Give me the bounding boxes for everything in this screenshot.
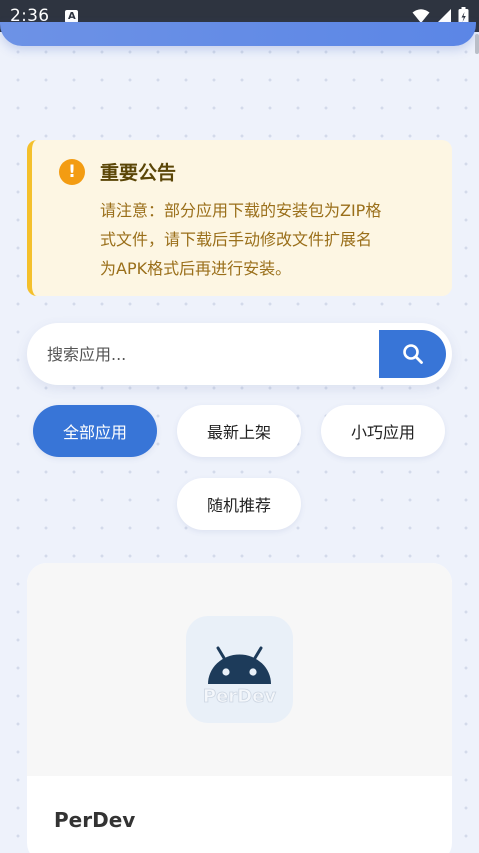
- search-input[interactable]: [47, 339, 367, 369]
- notice-line: 为APK格式后再进行安装。: [100, 259, 292, 278]
- filter-latest[interactable]: 最新上架: [177, 405, 301, 457]
- notice-text: 请注意：部分应用下载的安装包为ZIP格 式文件，请下载后手动修改文件扩展名 为A…: [100, 196, 432, 283]
- notification-a-icon: A: [65, 9, 79, 23]
- app-icon-watermark: PerDev: [203, 686, 276, 707]
- search-button[interactable]: [379, 330, 446, 378]
- app-card-banner: PerDev: [27, 563, 452, 776]
- search-icon: [402, 344, 423, 364]
- app-card[interactable]: PerDev PerDev: [27, 563, 452, 853]
- filter-random[interactable]: 随机推荐: [177, 478, 301, 530]
- filter-all-apps[interactable]: 全部应用: [33, 405, 157, 457]
- android-robot-icon: PerDev: [203, 646, 277, 707]
- search-bar: [27, 323, 452, 385]
- filter-small-apps[interactable]: 小巧应用: [321, 405, 445, 457]
- notice-title: 重要公告: [100, 162, 177, 184]
- notice-line: 请注意：部分应用下载的安装包为ZIP格: [100, 201, 382, 220]
- app-icon[interactable]: PerDev: [186, 616, 293, 723]
- notice-box: ! 重要公告 请注意：部分应用下载的安装包为ZIP格 式文件，请下载后手动修改文…: [27, 140, 452, 296]
- notice-line: 式文件，请下载后手动修改文件扩展名: [100, 230, 373, 249]
- warning-icon: !: [59, 158, 85, 185]
- scrollbar[interactable]: [475, 34, 479, 54]
- app-name[interactable]: PerDev: [54, 808, 135, 832]
- header-bar: [0, 22, 476, 46]
- notice-header: ! 重要公告: [59, 158, 432, 185]
